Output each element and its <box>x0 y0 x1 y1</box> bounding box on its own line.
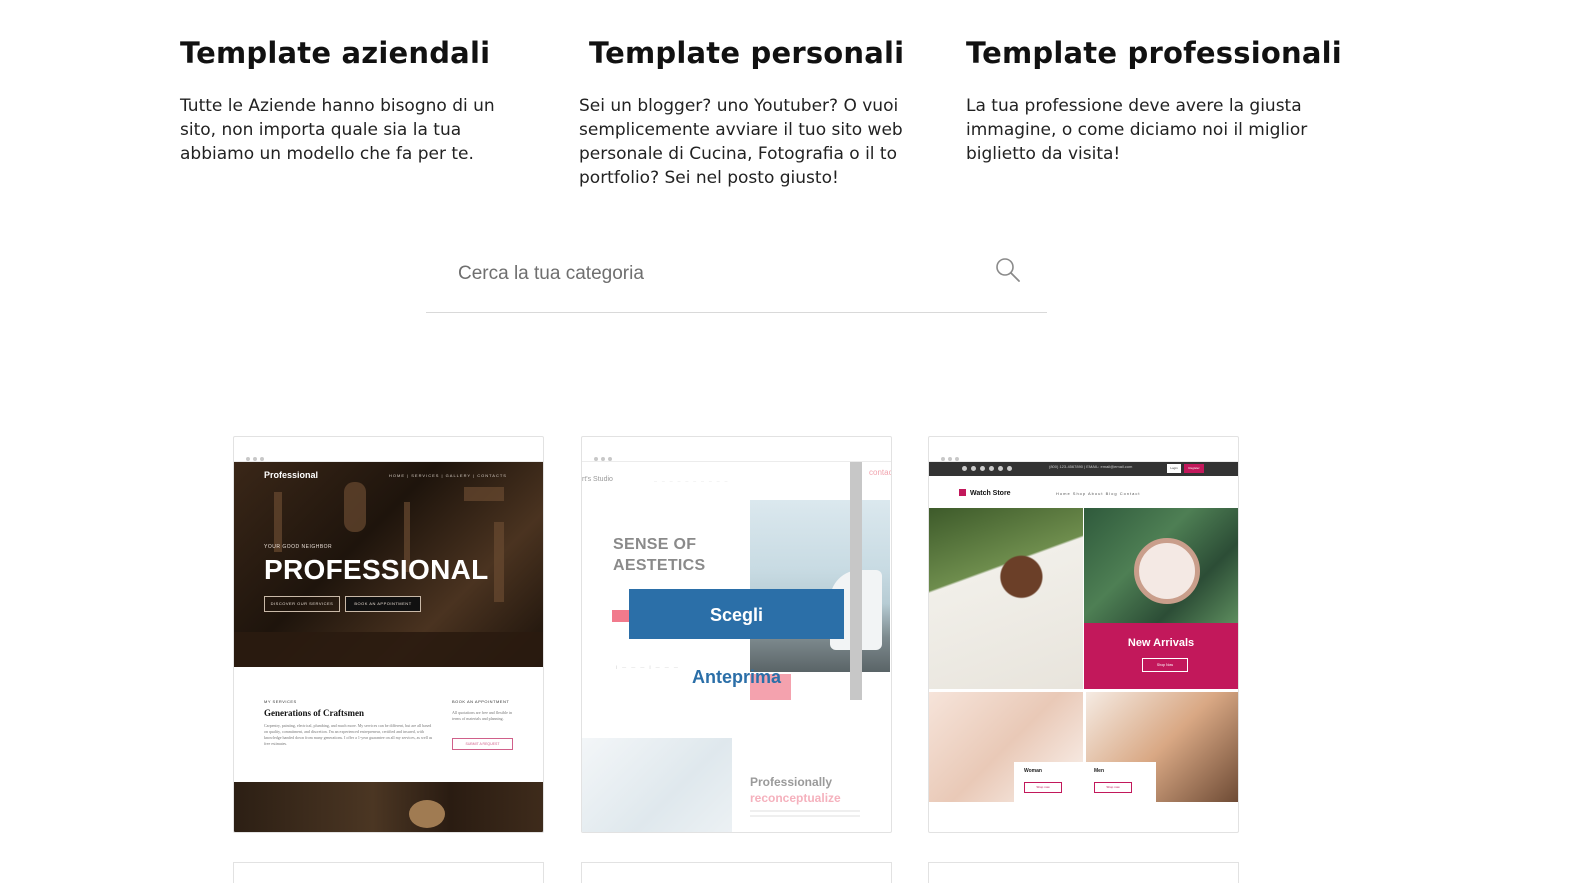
template-nav: — — — — — — — — — — <box>654 479 730 483</box>
decorative-stripe <box>850 462 862 700</box>
men-label: Men <box>1094 768 1104 774</box>
category-personal: Template personali Sei un blogger? uno Y… <box>579 36 919 190</box>
template-preview: rt's Studio — — — — — — — — — — contac S… <box>582 462 891 832</box>
register-button: Register <box>1184 464 1204 473</box>
hero-image <box>750 500 890 672</box>
template-brand: Professional <box>264 470 319 480</box>
secondary-image <box>582 738 732 832</box>
section-title: Generations of Craftsmen <box>264 708 364 718</box>
hero-heading: SENSE OF AESTETICS <box>613 534 706 576</box>
hero-title: PROFESSIONAL <box>264 554 489 585</box>
promo-title: New Arrivals <box>1127 637 1195 649</box>
hero-eyebrow: YOUR GOOD NEIGHBOR <box>264 544 333 550</box>
hero-button: BOOK AN APPOINTMENT <box>345 596 421 612</box>
category-description: Sei un blogger? uno Youtuber? O vuoi sem… <box>579 96 903 188</box>
category-professional: Template professionali La tua profession… <box>966 36 1342 166</box>
template-brand: Watch Store <box>959 489 1011 497</box>
template-preview: Professional HOME | SERVICES | GALLERY |… <box>234 462 543 832</box>
template-logo: rt's Studio <box>582 476 613 483</box>
men-card: Men Shop now <box>1084 762 1156 802</box>
contact-info: (800) 123-4567890 | EMAIL: email@email.c… <box>1049 464 1133 469</box>
browser-bar <box>929 437 1238 462</box>
category-description: La tua professione deve avere la giusta … <box>966 96 1308 164</box>
section-text: Carpentry, painting, electrical, plumbin… <box>264 723 433 746</box>
template-nav: Home Shop About Blog Contact <box>1056 491 1141 496</box>
promo-banner: New Arrivals Shop Now <box>1084 623 1238 689</box>
shop-button: Shop now <box>1024 782 1062 793</box>
category-title: Template professionali <box>966 36 1342 70</box>
template-card-studio[interactable]: rt's Studio — — — — — — — — — — contac S… <box>581 436 892 833</box>
hero-button: DISCOVER OUR SERVICES <box>264 596 340 612</box>
hero-heading-line: SENSE OF <box>613 536 697 553</box>
side-text: All quotations are free and flexible in … <box>452 710 512 721</box>
hero-heading-line: AESTETICS <box>613 557 706 574</box>
browser-bar <box>582 437 891 462</box>
preview-link[interactable]: Anteprima <box>582 667 891 688</box>
top-bar: (800) 123-4567890 | EMAIL: email@email.c… <box>929 462 1238 476</box>
section-heading: Professionally <box>750 775 833 789</box>
category-title: Template aziendali <box>180 36 491 70</box>
section-heading-accent: reconceptualize <box>750 791 841 805</box>
shop-button: Shop now <box>1094 782 1132 793</box>
woman-label: Woman <box>1024 768 1042 774</box>
category-business: Template aziendali Tutte le Aziende hann… <box>180 36 520 166</box>
watch-image <box>1084 508 1238 623</box>
template-top-link: contac <box>869 468 891 477</box>
woman-card: Woman Shop now <box>1014 762 1086 802</box>
model-image <box>929 508 1083 689</box>
category-description: Tutte le Aziende hanno bisogno di un sit… <box>180 96 495 164</box>
search-input[interactable] <box>456 258 980 290</box>
search-icon[interactable] <box>994 256 1022 284</box>
category-search <box>426 246 1047 313</box>
browser-bar <box>234 437 543 462</box>
brand-label: Watch Store <box>970 490 1011 497</box>
footer-image <box>234 782 543 832</box>
choose-button[interactable]: Scegli <box>629 589 844 639</box>
text-lines <box>750 810 860 812</box>
category-title: Template personali <box>589 36 905 70</box>
template-nav: HOME | SERVICES | GALLERY | CONTACTS <box>389 473 507 478</box>
template-card-professional[interactable]: Professional HOME | SERVICES | GALLERY |… <box>233 436 544 833</box>
section-label: MY SERVICES <box>264 699 297 704</box>
template-preview: (800) 123-4567890 | EMAIL: email@email.c… <box>929 462 1238 832</box>
template-card-next[interactable] <box>581 862 892 883</box>
template-card-next[interactable] <box>233 862 544 883</box>
side-label: BOOK AN APPOINTMENT <box>452 699 510 704</box>
promo-button: Shop Now <box>1142 658 1188 672</box>
template-card-next[interactable] <box>928 862 1239 883</box>
template-card-watch-store[interactable]: (800) 123-4567890 | EMAIL: email@email.c… <box>928 436 1239 833</box>
side-button: SUBMIT A REQUEST <box>452 738 513 750</box>
login-button: Login <box>1167 464 1181 473</box>
